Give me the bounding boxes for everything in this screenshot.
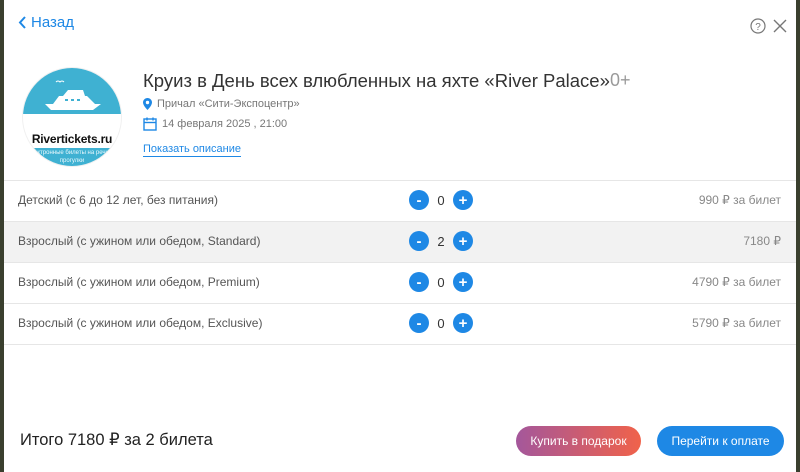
quantity-value: 0 <box>437 274 445 290</box>
event-title: Круиз в День всех влюбленных на яхте «Ri… <box>143 70 610 91</box>
age-rating: 0+ <box>610 70 631 90</box>
ticket-name: Детский (с 6 до 12 лет, без питания) <box>18 193 218 207</box>
proceed-to-payment-button[interactable]: Перейти к оплате <box>657 426 784 456</box>
yacht-icon <box>45 80 101 110</box>
quantity-value: 0 <box>437 192 445 208</box>
location-pin-icon <box>143 98 152 110</box>
svg-text:?: ? <box>755 22 761 33</box>
ticket-row: Взрослый (с ужином или обедом, Standard)… <box>4 221 796 262</box>
ticket-row: Взрослый (с ужином или обедом, Exclusive… <box>4 303 796 345</box>
help-icon[interactable]: ? <box>750 18 766 34</box>
increase-button[interactable]: + <box>453 272 473 292</box>
ticket-price: 4790 ₽ за билет <box>692 275 781 289</box>
event-date: 14 февраля 2025 , 21:00 <box>143 117 287 131</box>
increase-button[interactable]: + <box>453 190 473 210</box>
decrease-button[interactable]: - <box>409 231 429 251</box>
quantity-stepper: - 0 + <box>409 271 473 293</box>
ticket-row: Детский (с 6 до 12 лет, без питания) - 0… <box>4 180 796 221</box>
calendar-icon <box>143 117 157 131</box>
logo-subtext: электронные билеты на речные прогулки <box>23 148 121 166</box>
order-total: Итого 7180 ₽ за 2 билета <box>20 431 213 449</box>
show-description-link[interactable]: Показать описание <box>143 143 241 157</box>
event-place: Причал «Сити-Экспоцентр» <box>143 98 300 110</box>
ticket-row: Взрослый (с ужином или обедом, Premium) … <box>4 262 796 303</box>
increase-button[interactable]: + <box>453 231 473 251</box>
event-date-text: 14 февраля 2025 , 21:00 <box>162 118 288 130</box>
ticket-price: 5790 ₽ за билет <box>692 316 781 330</box>
event-logo: Rivertickets.ru электронные билеты на ре… <box>23 68 121 166</box>
quantity-stepper: - 0 + <box>409 189 473 211</box>
logo-banner <box>23 68 121 114</box>
quantity-stepper: - 2 + <box>409 230 473 252</box>
decrease-button[interactable]: - <box>409 272 429 292</box>
ticket-price: 7180 ₽ <box>743 234 781 248</box>
ticket-list: Детский (с 6 до 12 лет, без питания) - 0… <box>4 180 796 345</box>
ticket-name: Взрослый (с ужином или обедом, Premium) <box>18 275 260 289</box>
quantity-value: 0 <box>437 315 445 331</box>
ticket-name: Взрослый (с ужином или обедом, Standard) <box>18 234 261 248</box>
close-icon[interactable] <box>772 18 788 34</box>
decrease-button[interactable]: - <box>409 313 429 333</box>
buy-as-gift-button[interactable]: Купить в подарок <box>516 426 641 456</box>
chevron-left-icon <box>18 16 26 29</box>
back-link[interactable]: Назад <box>18 14 74 31</box>
event-place-text: Причал «Сити-Экспоцентр» <box>157 98 300 110</box>
booking-modal: Назад ? Rivertickets.ru электронные биле… <box>4 0 796 472</box>
quantity-value: 2 <box>437 233 445 249</box>
increase-button[interactable]: + <box>453 313 473 333</box>
quantity-stepper: - 0 + <box>409 312 473 334</box>
ticket-price: 990 ₽ за билет <box>698 193 781 207</box>
ticket-name: Взрослый (с ужином или обедом, Exclusive… <box>18 316 263 330</box>
decrease-button[interactable]: - <box>409 190 429 210</box>
logo-text: Rivertickets.ru <box>31 132 113 146</box>
back-link-label: Назад <box>31 14 74 31</box>
